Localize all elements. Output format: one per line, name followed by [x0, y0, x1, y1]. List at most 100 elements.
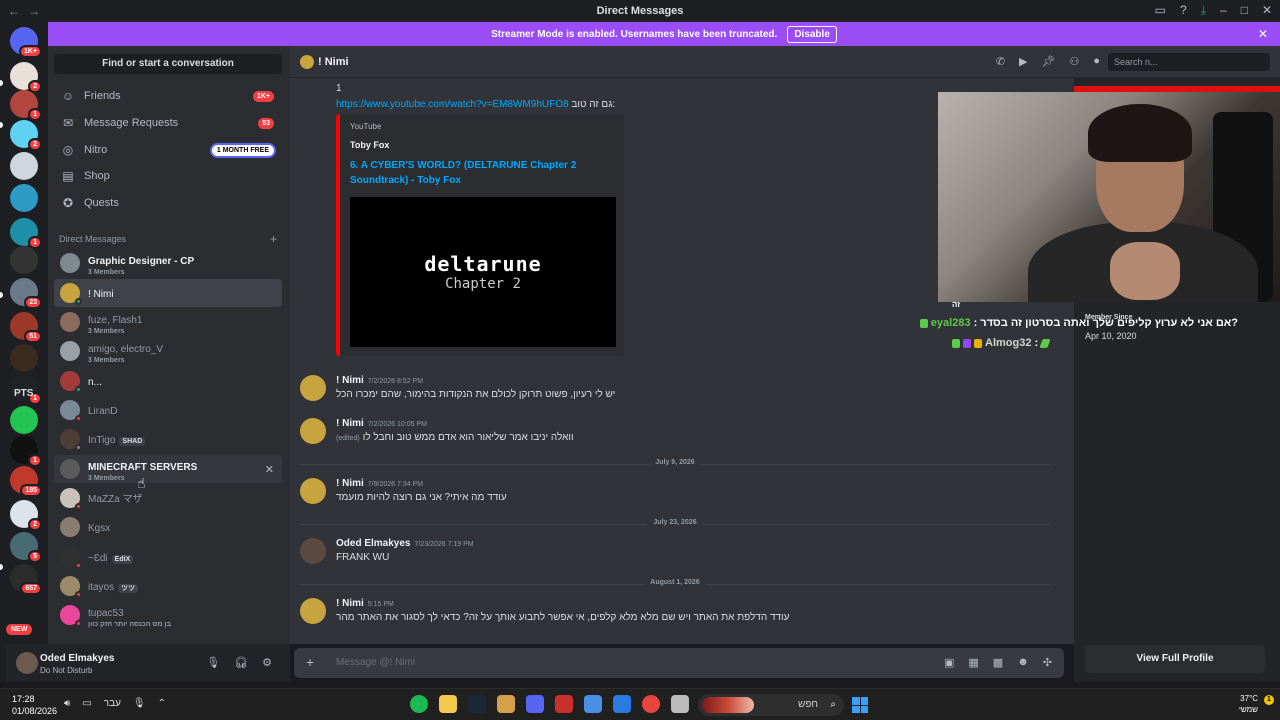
gif-icon[interactable]: ▦ [968, 656, 978, 669]
dm-item[interactable]: itayos ツツ [54, 572, 282, 600]
message-author[interactable]: ! Nimi 7/2/2026 10:05 PM [336, 418, 427, 429]
dm-item[interactable]: MaZZa マザ [54, 484, 282, 512]
message-author[interactable]: Oded Elmakyes 7/23/2026 7:19 PM [336, 538, 474, 549]
inbox-icon[interactable]: ▭ [1155, 3, 1166, 18]
dm-item[interactable]: n... [54, 367, 282, 395]
dm-item[interactable]: fuze, Flash1 3 Members [54, 308, 282, 336]
dm-item[interactable]: InTigo SHAD [54, 425, 282, 453]
apps-icon[interactable]: ✣ [1043, 656, 1052, 669]
close-dm-icon[interactable]: ✕ [265, 463, 274, 476]
nav-friends[interactable]: ☺ Friends 1K+ [54, 84, 282, 108]
phone-call-icon[interactable]: ✆ [996, 55, 1005, 68]
server-icon[interactable] [10, 246, 38, 274]
dm-item[interactable]: amigo, electro_V 3 Members [54, 337, 282, 365]
video-thumbnail[interactable]: deltarune Chapter 2 [350, 197, 616, 347]
app-icon[interactable] [497, 695, 515, 713]
tray-chevron-icon[interactable]: ⌃ [158, 698, 166, 709]
youtube-link[interactable]: https://www.youtube.com/watch?v=EM8WM9hU… [336, 99, 569, 110]
help-icon[interactable]: ? [1180, 3, 1187, 18]
new-badge[interactable]: NEW [6, 624, 33, 635]
taskbar-search[interactable]: חפש ⌕ [698, 694, 844, 716]
discord-taskbar-icon[interactable] [526, 695, 544, 713]
volume-icon[interactable]: 🔊︎ [64, 698, 70, 709]
file-explorer-icon[interactable] [439, 695, 457, 713]
close-banner-icon[interactable]: ✕ [1258, 27, 1268, 41]
dm-item[interactable]: ~Ɛdi EdiX [54, 543, 282, 571]
sticker-icon[interactable]: ▩ [993, 656, 1003, 669]
dm-item[interactable]: Graphic Designer - CP 3 Members [54, 249, 282, 277]
message-author[interactable]: ! Nimi 7/2/2026 8:52 PM [336, 375, 423, 386]
app-icon[interactable] [584, 695, 602, 713]
create-dm-plus-icon[interactable]: + [270, 232, 277, 246]
weather-widget[interactable]: 37°C שמשי [1239, 693, 1258, 715]
network-icon[interactable]: ▭ [82, 698, 91, 709]
server-icon[interactable]: 1 [10, 90, 42, 121]
message-avatar[interactable] [300, 598, 326, 624]
minimize-icon[interactable]: – [1220, 3, 1227, 18]
user-avatar[interactable] [16, 652, 38, 674]
message-author[interactable]: ! Nimi 5:15 PM [336, 598, 394, 609]
taskbar-clock[interactable]: 17:28 01/08/2026 [12, 693, 57, 717]
pin-icon[interactable]: 📌︎ [1042, 55, 1056, 68]
dm-item[interactable]: Kgsx [54, 513, 282, 541]
language-indicator[interactable]: עבר [104, 698, 121, 709]
steam-icon[interactable] [468, 695, 486, 713]
dm-item[interactable]: MINECRAFT SERVERS 3 Members ✕ [54, 455, 282, 483]
server-icon[interactable]: 1 [10, 436, 42, 467]
pts-server-label[interactable]: PTS [14, 388, 33, 399]
server-icon[interactable]: 657 [10, 564, 42, 595]
server-icon[interactable]: 2 [10, 120, 42, 151]
close-window-icon[interactable]: ✕ [1262, 3, 1272, 18]
server-icon[interactable] [10, 344, 38, 372]
chrome-icon[interactable] [642, 695, 660, 713]
find-conversation-input[interactable]: Find or start a conversation [54, 54, 282, 74]
user-profile-icon[interactable]: ● [1093, 55, 1100, 68]
attach-plus-icon[interactable]: + [306, 654, 314, 670]
message-author[interactable]: ! Nimi 7/9/2026 7:34 PM [336, 478, 423, 489]
nav-nitro[interactable]: ◎ Nitro 1 MONTH FREE [54, 138, 282, 162]
maximize-icon[interactable]: □ [1241, 3, 1248, 18]
mic-tray-icon[interactable]: 🎙︎ [133, 698, 146, 709]
dm-item[interactable]: LiranD [54, 396, 282, 424]
app-icon[interactable] [555, 695, 573, 713]
message-avatar[interactable] [300, 375, 326, 401]
download-icon[interactable]: ⤓ [1201, 3, 1206, 18]
server-icon[interactable]: 2 [10, 500, 42, 531]
notification-badge[interactable]: 1 [1264, 695, 1274, 705]
server-icon[interactable]: 5 [10, 532, 42, 563]
server-icon[interactable] [10, 406, 38, 434]
server-icon[interactable]: 185 [10, 466, 42, 497]
app-icon[interactable] [671, 695, 689, 713]
view-full-profile-button[interactable]: View Full Profile [1085, 645, 1265, 673]
nav-message-requests[interactable]: ✉ Message Requests 53 [54, 111, 282, 135]
start-apps-icon[interactable] [613, 695, 631, 713]
message-avatar[interactable] [300, 538, 326, 564]
disable-button[interactable]: Disable [787, 25, 837, 43]
server-icon[interactable]: 1 [10, 218, 42, 249]
search-input[interactable]: Search n... [1108, 53, 1270, 71]
message-avatar[interactable] [300, 478, 326, 504]
message-composer[interactable]: + Message @! Nimi ▣ ▦ ▩ ☻ ✣ [294, 648, 1064, 678]
server-icon[interactable]: 2 [10, 62, 42, 93]
embed-author[interactable]: Toby Fox [350, 140, 389, 150]
nav-quests[interactable]: ✪ Quests [54, 191, 282, 215]
emoji-icon[interactable]: ☻ [1017, 656, 1029, 669]
headphones-icon[interactable]: 🎧︎ [234, 656, 248, 669]
windows-start-icon[interactable] [852, 697, 868, 713]
gift-icon[interactable]: ▣ [944, 656, 954, 669]
message-avatar[interactable] [300, 418, 326, 444]
server-icon[interactable] [10, 184, 38, 212]
settings-gear-icon[interactable]: ⚙ [262, 656, 272, 669]
spotify-icon[interactable] [410, 695, 428, 713]
server-icon[interactable]: 1K+ [10, 27, 42, 58]
microphone-icon[interactable]: 🎙︎ [206, 656, 220, 669]
dm-item[interactable]: ! Nimi [54, 279, 282, 307]
dm-item[interactable]: tupac53 בן מס הכנסה יותר חזק כוון [54, 601, 282, 629]
video-call-icon[interactable]: ▶ [1019, 55, 1027, 68]
server-icon[interactable]: 23 [10, 278, 42, 309]
embed-title[interactable]: 6. A CYBER'S WORLD? (DELTARUNE Chapter 2… [350, 158, 610, 188]
server-icon[interactable] [10, 152, 38, 180]
server-icon[interactable]: 51 [10, 312, 42, 343]
add-friends-icon[interactable]: ⚇ [1069, 55, 1079, 68]
nav-shop[interactable]: ▤ Shop [54, 164, 282, 188]
